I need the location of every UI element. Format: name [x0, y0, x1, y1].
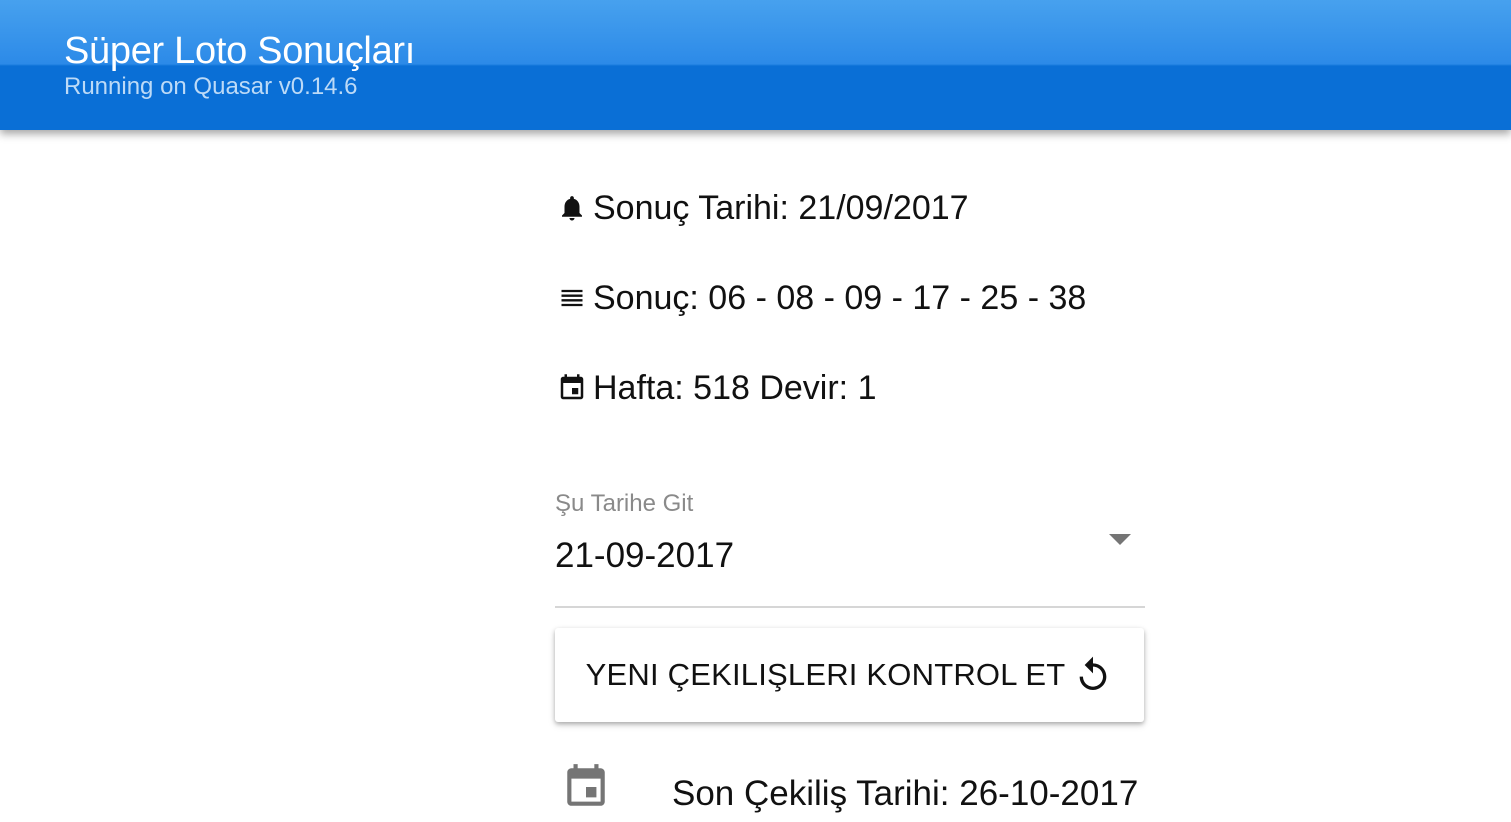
result-numbers-row: Sonuç: 06 - 08 - 09 - 17 - 25 - 38	[555, 276, 1086, 320]
refresh-icon	[1073, 655, 1113, 695]
bell-icon	[555, 191, 589, 225]
date-select-label: Şu Tarihe Git	[555, 490, 694, 517]
result-numbers-text: Sonuç: 06 - 08 - 09 - 17 - 25 - 38	[593, 278, 1087, 317]
check-new-draws-label: YENI ÇEKILIŞLERI KONTROL ET	[585, 657, 1066, 692]
last-draw-item: Son Çekiliş Tarihi: 26-10-2017	[555, 762, 1145, 822]
calendar-icon	[561, 762, 611, 812]
caret-down-icon	[1109, 534, 1131, 545]
week-row: Hafta: 518 Devir: 1	[555, 366, 876, 410]
date-select-value: 21-09-2017	[555, 536, 735, 575]
main-content: Sonuç Tarihi: 21/09/2017 Sonuç: 06 - 08 …	[555, 130, 1145, 813]
app-subtitle: Running on Quasar v0.14.6	[64, 73, 358, 100]
date-select[interactable]: 21-09-2017	[555, 530, 1145, 608]
result-date-text: Sonuç Tarihi: 21/09/2017	[593, 188, 969, 227]
app-title: Süper Loto Sonuçları	[64, 30, 416, 72]
list-icon	[555, 281, 589, 315]
calendar-icon	[555, 371, 589, 405]
week-text: Hafta: 518 Devir: 1	[593, 368, 877, 407]
result-date-row: Sonuç Tarihi: 21/09/2017	[555, 186, 969, 230]
check-new-draws-button[interactable]: YENI ÇEKILIŞLERI KONTROL ET	[555, 628, 1144, 722]
last-draw-text: Son Çekiliş Tarihi: 26-10-2017	[672, 774, 1139, 813]
app-toolbar: Süper Loto Sonuçları Running on Quasar v…	[0, 0, 1511, 130]
